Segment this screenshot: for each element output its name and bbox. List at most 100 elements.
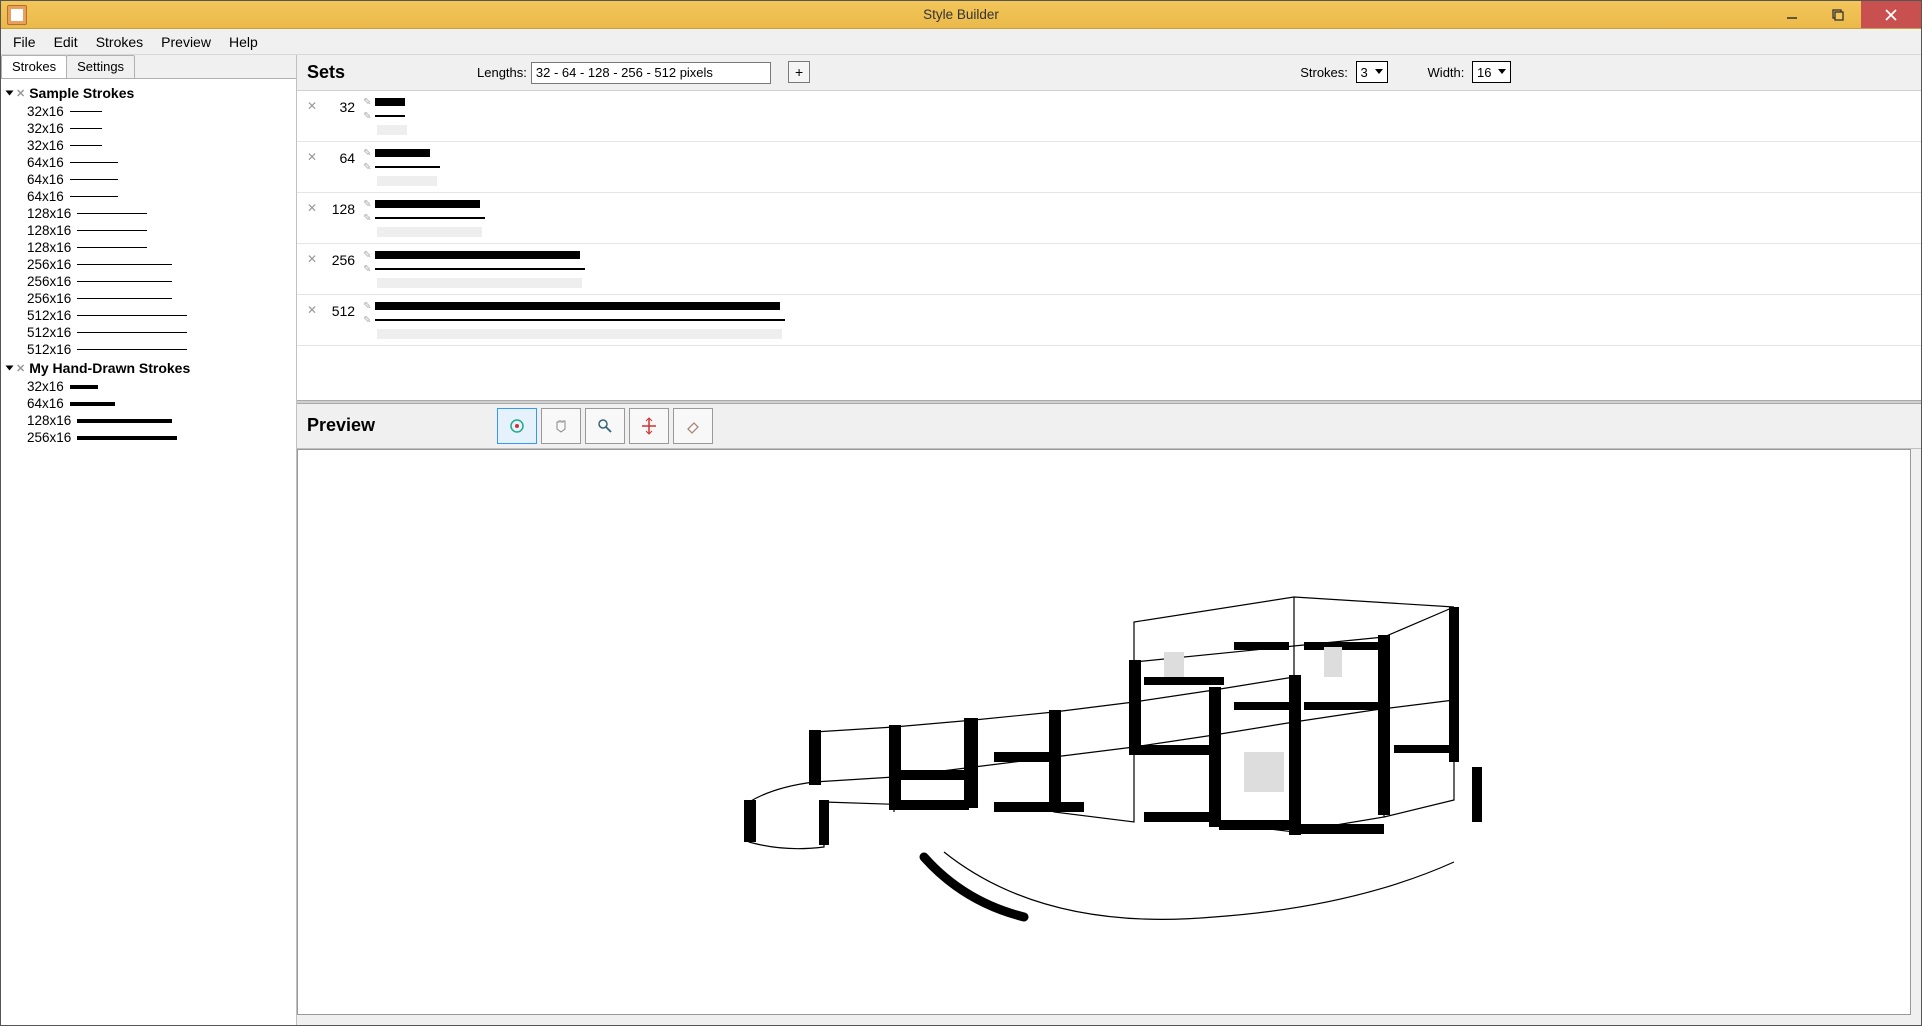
sets-body: ✕32✎✎✕64✎✎✕128✎✎✕256✎✎✕512✎✎ [297,90,1921,400]
stroke-preview [77,436,177,440]
set-length: 64 [325,148,355,166]
menu-file[interactable]: File [5,31,44,53]
zoom-tool-button[interactable] [585,408,625,444]
stroke-preview [77,298,172,299]
stroke-preview [77,264,172,265]
stroke-item[interactable]: 128x16 [7,222,290,239]
stroke-item[interactable]: 256x16 [7,273,290,290]
stroke-preview [70,111,102,112]
stroke-preview [77,349,187,350]
set-stroke-preview[interactable] [375,251,580,259]
stroke-preview [77,315,187,316]
pencil-icon: ✎ [363,97,371,108]
sets-header: Sets Lengths: + Strokes: 3 Width: 16 [297,55,1921,84]
menu-edit[interactable]: Edit [46,31,86,53]
stroke-item[interactable]: 256x16 [7,429,290,446]
set-stroke-preview[interactable] [375,302,780,310]
stroke-preview [77,230,147,231]
set-stroke-preview[interactable] [375,217,485,219]
stroke-item[interactable]: 64x16 [7,395,290,412]
preview-header: Preview [297,404,1921,449]
stroke-label: 512x16 [27,308,71,323]
preview-canvas[interactable] [297,449,1911,1016]
expand-icon [6,366,14,371]
add-length-button[interactable]: + [788,61,810,83]
set-stroke-placeholder[interactable] [377,176,437,186]
set-stroke-preview[interactable] [375,98,405,106]
stroke-preview [77,419,172,423]
stroke-label: 32x16 [27,379,64,394]
set-length: 32 [325,97,355,115]
set-stroke-preview[interactable] [375,149,430,157]
stroke-item[interactable]: 32x16 [7,137,290,154]
remove-set-icon[interactable]: ✕ [307,97,317,113]
set-stroke-placeholder[interactable] [377,125,407,135]
stroke-label: 32x16 [27,121,64,136]
remove-set-icon[interactable]: ✕ [307,250,317,266]
lengths-input[interactable] [531,62,771,84]
tab-settings[interactable]: Settings [66,55,135,78]
stroke-label: 512x16 [27,342,71,357]
stroke-preview [70,162,118,163]
set-stroke-placeholder[interactable] [377,329,782,339]
menu-preview[interactable]: Preview [153,31,219,53]
stroke-preview [77,213,147,214]
remove-group-icon[interactable]: ✕ [16,362,25,375]
stroke-label: 64x16 [27,396,64,411]
group-header[interactable]: ✕ Sample Strokes [7,83,290,103]
stroke-item[interactable]: 64x16 [7,188,290,205]
stroke-label: 128x16 [27,223,71,238]
set-stroke-preview[interactable] [375,166,440,168]
remove-set-icon[interactable]: ✕ [307,301,317,317]
set-stroke-placeholder[interactable] [377,278,582,288]
orbit-tool-button[interactable] [497,408,537,444]
pencil-icon: ✎ [363,301,371,312]
set-stroke-preview[interactable] [375,115,405,117]
window-title: Style Builder [923,7,999,22]
stroke-item[interactable]: 256x16 [7,256,290,273]
maximize-button[interactable] [1815,1,1861,28]
stroke-item[interactable]: 128x16 [7,412,290,429]
set-stroke-preview[interactable] [375,319,785,321]
stroke-label: 256x16 [27,274,71,289]
set-stroke-placeholder[interactable] [377,227,482,237]
stroke-item[interactable]: 128x16 [7,205,290,222]
titlebar: Style Builder [1,1,1921,29]
stroke-item[interactable]: 128x16 [7,239,290,256]
zoom-extents-button[interactable] [629,408,669,444]
strokes-count-label: Strokes: [1300,65,1348,80]
sidebar: Strokes Settings ✕Sample Strokes32x1632x… [1,55,297,1025]
stroke-item[interactable]: 512x16 [7,324,290,341]
app-icon [7,5,27,25]
stroke-item[interactable]: 512x16 [7,307,290,324]
group-header[interactable]: ✕My Hand-Drawn Strokes [7,358,290,378]
stroke-item[interactable]: 512x16 [7,341,290,358]
stroke-preview [70,196,118,197]
stroke-item[interactable]: 32x16 [7,120,290,137]
set-row: ✕32✎✎ [297,91,1921,142]
menubar: File Edit Strokes Preview Help [1,29,1921,55]
stroke-item[interactable]: 32x16 [7,378,290,395]
menu-help[interactable]: Help [221,31,266,53]
stroke-preview [77,247,147,248]
close-button[interactable] [1861,1,1921,28]
set-stroke-preview[interactable] [375,200,480,208]
eraser-tool-button[interactable] [673,408,713,444]
stroke-item[interactable]: 64x16 [7,154,290,171]
remove-group-icon[interactable]: ✕ [16,87,25,100]
set-stroke-preview[interactable] [375,268,585,270]
minimize-button[interactable] [1769,1,1815,28]
remove-set-icon[interactable]: ✕ [307,148,317,164]
width-select[interactable]: 16 [1472,61,1511,83]
stroke-item[interactable]: 64x16 [7,171,290,188]
stroke-preview [77,332,187,333]
stroke-list: ✕Sample Strokes32x1632x1632x1664x1664x16… [1,79,296,1025]
pan-tool-button[interactable] [541,408,581,444]
strokes-count-select[interactable]: 3 [1356,61,1388,83]
remove-set-icon[interactable]: ✕ [307,199,317,215]
stroke-item[interactable]: 32x16 [7,103,290,120]
tab-strokes[interactable]: Strokes [1,55,67,78]
stroke-item[interactable]: 256x16 [7,290,290,307]
menu-strokes[interactable]: Strokes [88,31,151,53]
group-name: Sample Strokes [29,85,134,101]
